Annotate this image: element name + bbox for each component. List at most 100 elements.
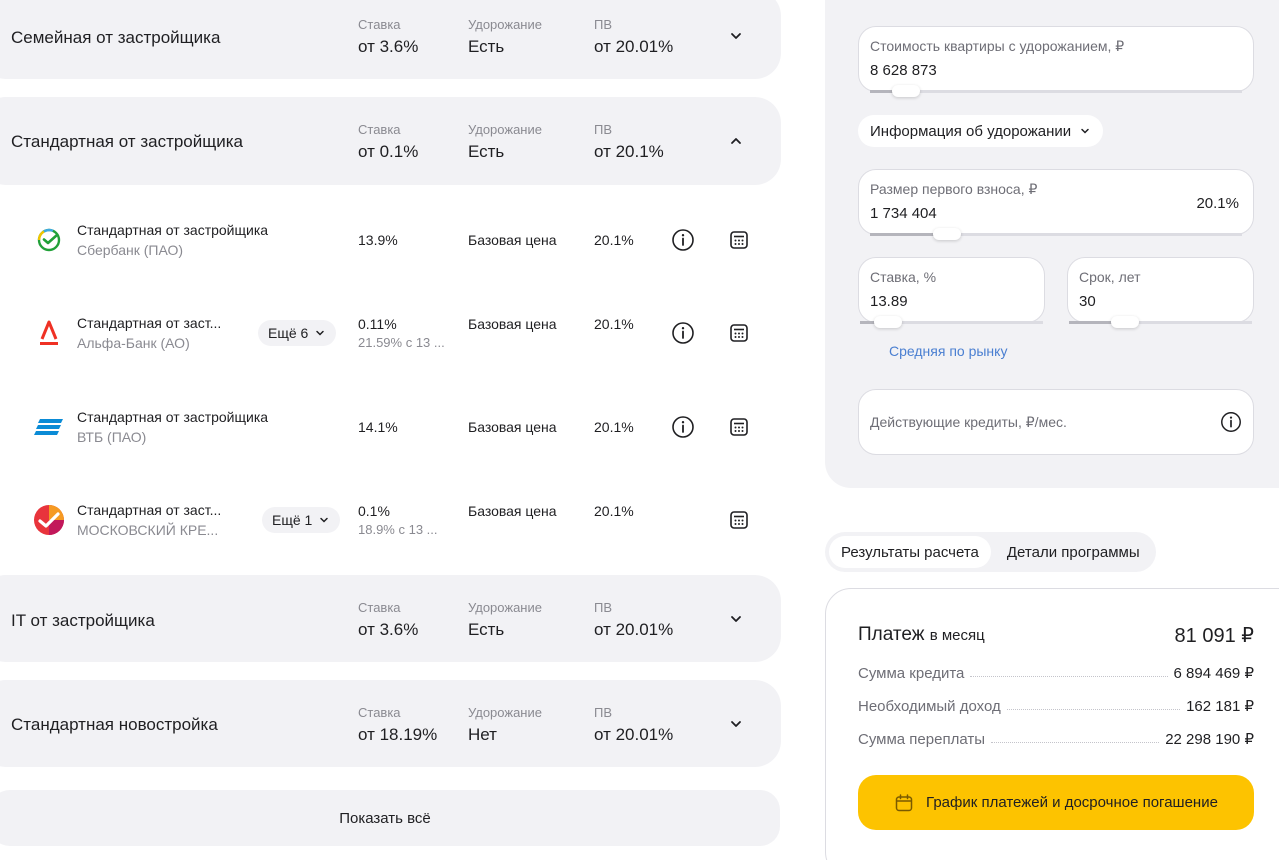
result-label: Сумма кредита (858, 665, 965, 682)
offer-pv: 20.1% (594, 316, 634, 332)
offer-rate: 0.11% (358, 316, 397, 332)
calculator-icon[interactable] (726, 320, 752, 346)
calculator-icon[interactable] (726, 507, 752, 533)
rate-field-value[interactable]: 13.89 (870, 293, 908, 310)
term-slider[interactable] (1069, 316, 1252, 328)
markup-column: Удорожание Нет (468, 705, 542, 746)
term-field-value[interactable]: 30 (1079, 293, 1096, 310)
slider-handle[interactable] (874, 316, 902, 328)
pv-column: ПВ от 20.01% (594, 600, 673, 641)
program-row-new-building[interactable]: Стандартная новостройка Ставка от 18.19%… (0, 680, 781, 767)
slider-handle[interactable] (1111, 316, 1139, 328)
down-payment-label: Размер первого взноса, ₽ (870, 181, 1038, 197)
apartment-price-label: Стоимость квартиры с удорожанием, ₽ (870, 38, 1125, 54)
pv-label: ПВ (594, 705, 613, 720)
offer-price-type: Базовая цена (468, 419, 557, 435)
offer-pv: 20.1% (594, 232, 634, 248)
down-payment-percent: 20.1% (1196, 195, 1239, 212)
more-offers-label: Ещё 6 (268, 325, 309, 341)
markup-column: Удорожание Есть (468, 122, 542, 163)
monthly-payment-value: 81 091 ₽ (1174, 625, 1254, 647)
slider-handle[interactable] (933, 228, 961, 240)
programs-list: Семейная от застройщика Ставка от 3.6% У… (0, 0, 782, 860)
info-icon[interactable] (1219, 410, 1243, 434)
tab-calculation-results[interactable]: Результаты расчета (829, 536, 991, 568)
program-name: Семейная от застройщика (11, 28, 221, 47)
program-row-standard[interactable]: Стандартная от застройщика Ставка от 0.1… (0, 97, 781, 185)
markup-value: Есть (468, 142, 505, 161)
offer-price-type: Базовая цена (468, 316, 557, 332)
calculator-icon[interactable] (726, 227, 752, 253)
chevron-down-icon[interactable] (727, 27, 745, 45)
result-value: 6 894 469 ₽ (1173, 665, 1254, 682)
results-tabs: Результаты расчета Детали программы (825, 532, 1156, 572)
program-row-family[interactable]: Семейная от застройщика Ставка от 3.6% У… (0, 0, 781, 79)
program-row-it[interactable]: IT от застройщика Ставка от 3.6% Удорожа… (0, 575, 781, 662)
result-row-loan-amount: Сумма кредита 6 894 469 ₽ (858, 662, 1254, 682)
markup-value: Есть (468, 37, 505, 56)
chevron-down-icon[interactable] (727, 610, 745, 628)
info-icon[interactable] (670, 320, 696, 346)
pv-column: ПВ от 20.01% (594, 17, 673, 58)
offer-rate: 14.1% (358, 419, 398, 435)
tab-program-details[interactable]: Детали программы (995, 536, 1152, 568)
chevron-up-icon[interactable] (727, 132, 745, 150)
pv-value: от 20.01% (594, 620, 674, 639)
apartment-price-value[interactable]: 8 628 873 (870, 62, 937, 79)
offer-row[interactable]: Стандартная от застройщика Сбербанк (ПАО… (0, 195, 780, 285)
markup-label: Удорожание (468, 17, 542, 32)
rate-label: Ставка (358, 705, 401, 720)
payment-schedule-button[interactable]: График платежей и досрочное погашение (858, 775, 1254, 830)
rate-value: от 3.6% (358, 620, 419, 639)
markup-label: Удорожание (468, 705, 542, 720)
down-payment-field[interactable]: Размер первого взноса, ₽ 1 734 404 20.1% (858, 169, 1254, 235)
rate-column: Ставка от 3.6% (358, 600, 418, 641)
rate-label: Ставка (358, 600, 401, 615)
offer-rate-sub: 18.9% с 13 ... (358, 522, 438, 537)
result-row-required-income: Необходимый доход 162 181 ₽ (858, 695, 1254, 715)
more-offers-button[interactable]: Ещё 1 (262, 507, 341, 533)
offer-pv: 20.1% (594, 419, 634, 435)
slider-handle[interactable] (892, 85, 920, 97)
offer-row[interactable]: Стандартная от заст... МОСКОВСКИЙ КРЕ...… (0, 475, 780, 565)
existing-credits-placeholder[interactable]: Действующие кредиты, ₽/мес. (870, 414, 1067, 431)
markup-column: Удорожание Есть (468, 600, 542, 641)
offer-rate: 13.9% (358, 232, 398, 248)
pv-column: ПВ от 20.1% (594, 122, 664, 163)
existing-credits-field[interactable]: Действующие кредиты, ₽/мес. (858, 389, 1254, 455)
result-label: Сумма переплаты (858, 731, 985, 748)
more-offers-button[interactable]: Ещё 6 (258, 320, 337, 346)
payment-schedule-label: График платежей и досрочное погашение (926, 794, 1218, 811)
program-name: Стандартная новостройка (11, 715, 218, 734)
rate-label: Ставка (358, 17, 401, 32)
rate-field[interactable]: Ставка, % 13.89 (858, 257, 1045, 323)
info-icon[interactable] (670, 227, 696, 253)
markup-column: Удорожание Есть (468, 17, 542, 58)
show-all-button[interactable]: Показать всё (0, 790, 780, 846)
term-field[interactable]: Срок, лет 30 (1067, 257, 1254, 323)
rate-label: Ставка (358, 122, 401, 137)
result-label: Необходимый доход (858, 698, 1001, 715)
markup-label: Удорожание (468, 122, 542, 137)
down-payment-value[interactable]: 1 734 404 (870, 205, 937, 222)
down-payment-slider[interactable] (870, 228, 1242, 240)
rate-column: Ставка от 3.6% (358, 17, 418, 58)
markup-info-button[interactable]: Информация об удорожании (858, 115, 1104, 147)
info-icon[interactable] (670, 414, 696, 440)
pv-value: от 20.01% (594, 37, 674, 56)
rate-value: от 18.19% (358, 725, 438, 744)
calculator-icon[interactable] (726, 414, 752, 440)
offer-row[interactable]: Стандартная от заст... Альфа-Банк (АО) Е… (0, 288, 780, 378)
pv-label: ПВ (594, 600, 613, 615)
market-average-link[interactable]: Средняя по рынку (889, 343, 1007, 359)
apartment-price-field[interactable]: Стоимость квартиры с удорожанием, ₽ 8 62… (858, 26, 1254, 92)
markup-value: Есть (468, 620, 505, 639)
apartment-price-slider[interactable] (870, 85, 1242, 97)
offer-row[interactable]: Стандартная от застройщика ВТБ (ПАО) 14.… (0, 382, 780, 472)
rate-slider[interactable] (860, 316, 1043, 328)
rate-column: Ставка от 0.1% (358, 122, 418, 163)
chevron-down-icon (1081, 128, 1089, 134)
markup-value: Нет (468, 725, 497, 744)
chevron-down-icon[interactable] (727, 715, 745, 733)
pv-value: от 20.1% (594, 142, 664, 161)
